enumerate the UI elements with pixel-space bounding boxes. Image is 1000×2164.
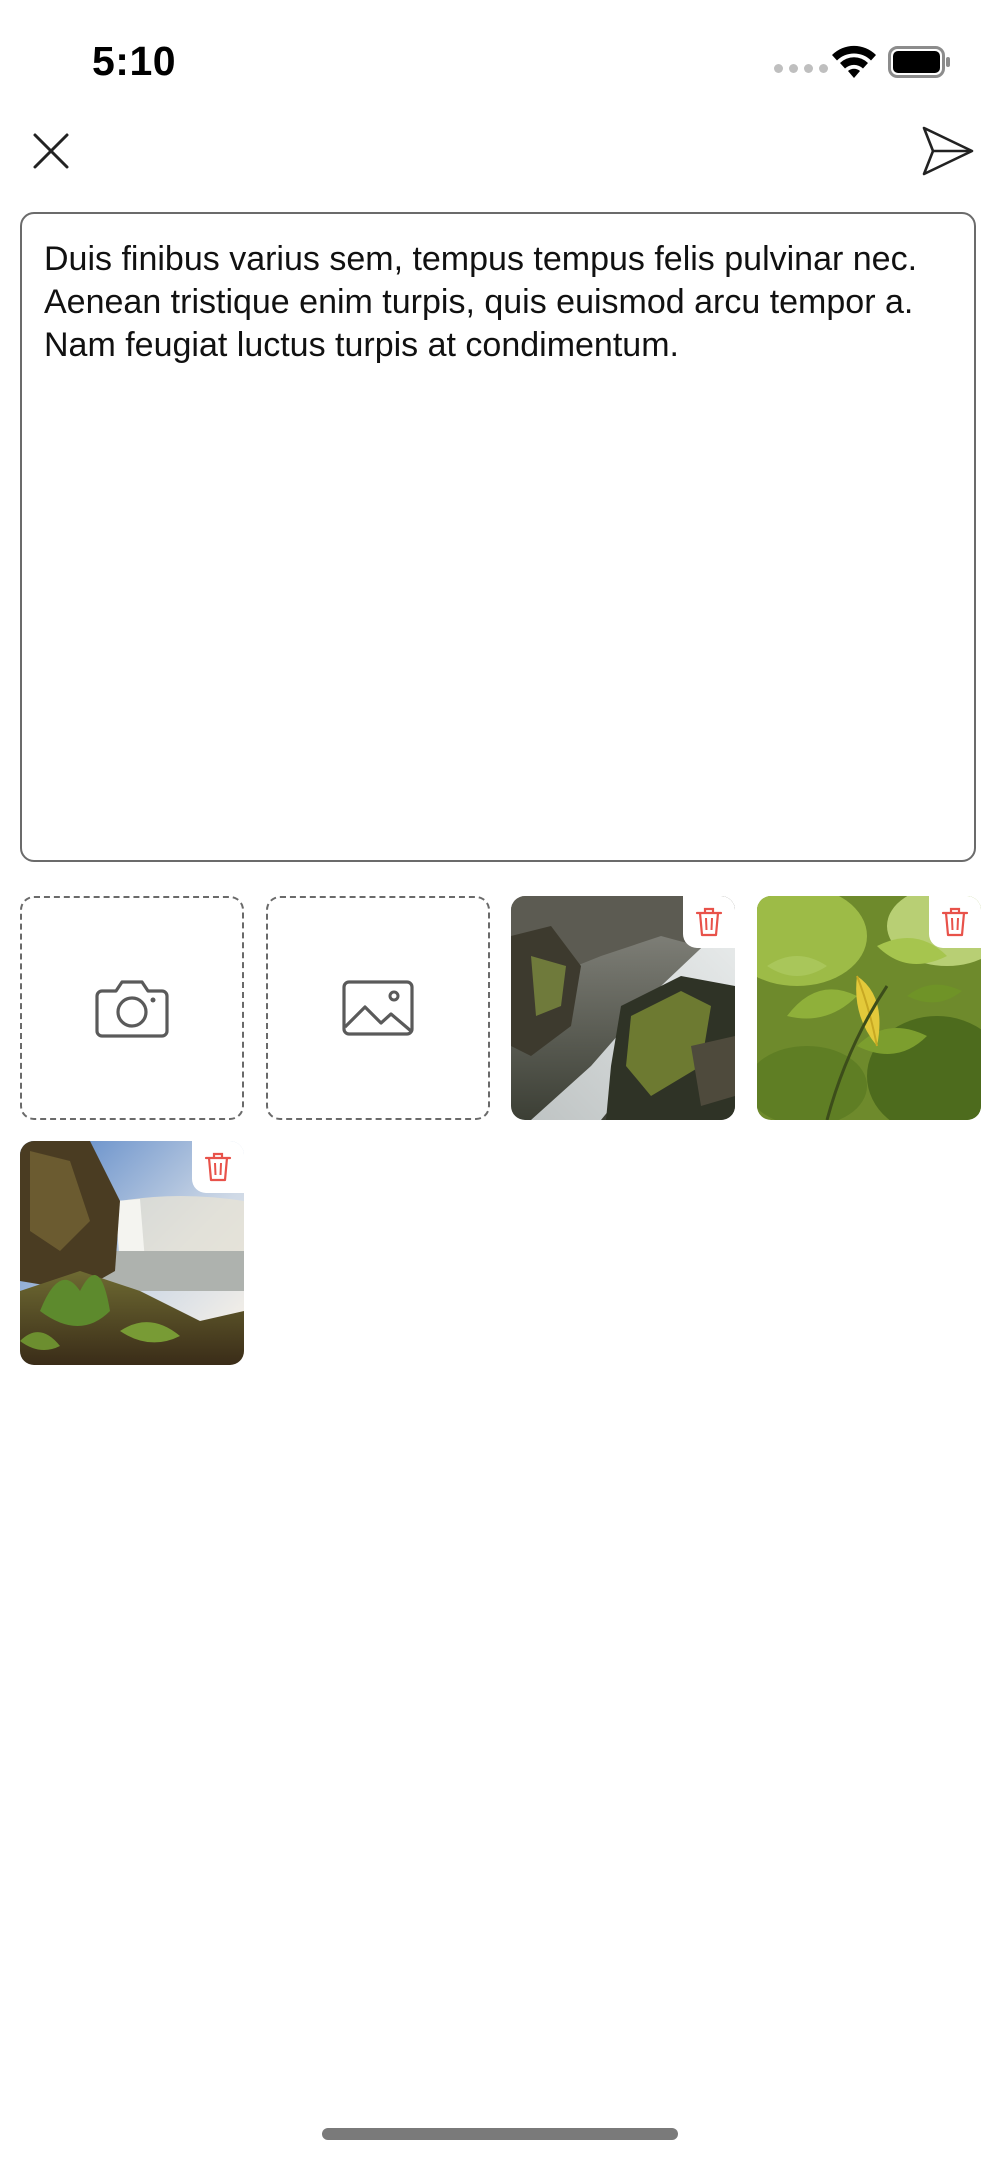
close-button[interactable] [26, 126, 76, 176]
send-icon [922, 126, 974, 176]
camera-icon [95, 980, 169, 1038]
send-button[interactable] [918, 124, 976, 178]
trash-icon [941, 907, 969, 937]
photo-thumbnail[interactable] [757, 896, 981, 1120]
delete-photo-button[interactable] [192, 1141, 244, 1193]
trash-icon [695, 907, 723, 937]
add-from-gallery-button[interactable] [266, 896, 490, 1120]
close-icon [33, 133, 69, 169]
message-textarea[interactable]: Duis finibus varius sem, tempus tempus f… [20, 212, 976, 862]
home-indicator [322, 2128, 678, 2140]
cellular-signal-icon [774, 64, 828, 73]
wifi-icon [832, 45, 876, 78]
delete-photo-button[interactable] [929, 896, 981, 948]
photo-thumbnail[interactable] [20, 1141, 244, 1365]
status-time: 5:10 [92, 38, 177, 84]
battery-icon [888, 46, 950, 78]
trash-icon [204, 1152, 232, 1182]
photo-thumbnail[interactable] [511, 896, 735, 1120]
add-from-camera-button[interactable] [20, 896, 244, 1120]
delete-photo-button[interactable] [683, 896, 735, 948]
image-icon [342, 980, 414, 1036]
